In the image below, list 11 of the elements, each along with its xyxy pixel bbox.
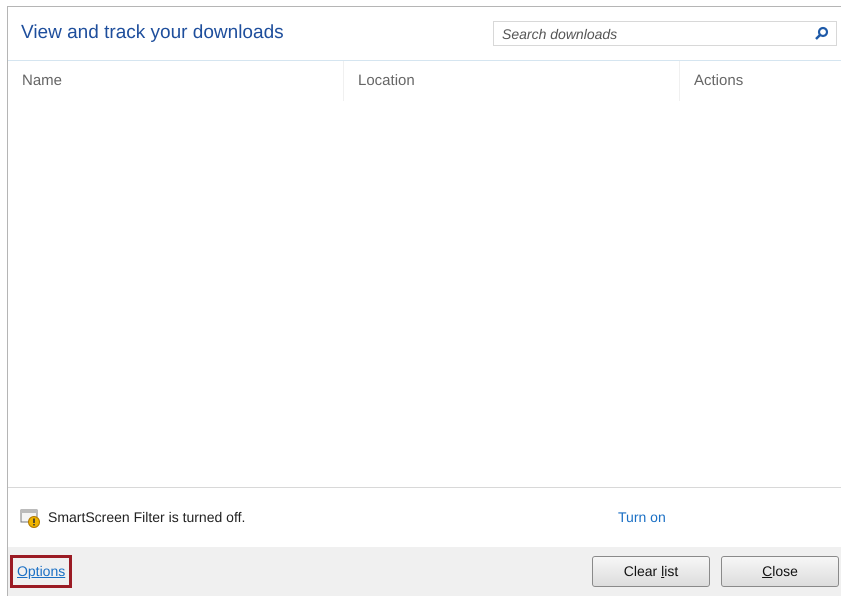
notice-text: SmartScreen Filter is turned off. bbox=[48, 508, 246, 527]
dialog-button[interactable]: Clear list bbox=[592, 556, 710, 587]
column-header[interactable]: Location bbox=[344, 61, 680, 101]
search-icon[interactable] bbox=[815, 26, 829, 40]
column-header[interactable]: Actions bbox=[680, 61, 841, 101]
dialog-button[interactable]: Close bbox=[721, 556, 839, 587]
column-header[interactable]: Name bbox=[8, 61, 344, 101]
turn-on-link[interactable]: Turn on bbox=[618, 507, 666, 528]
page-title: View and track your downloads bbox=[21, 21, 284, 46]
search-field[interactable]: Search downloads bbox=[493, 21, 837, 46]
options-link[interactable]: Options bbox=[10, 555, 72, 588]
